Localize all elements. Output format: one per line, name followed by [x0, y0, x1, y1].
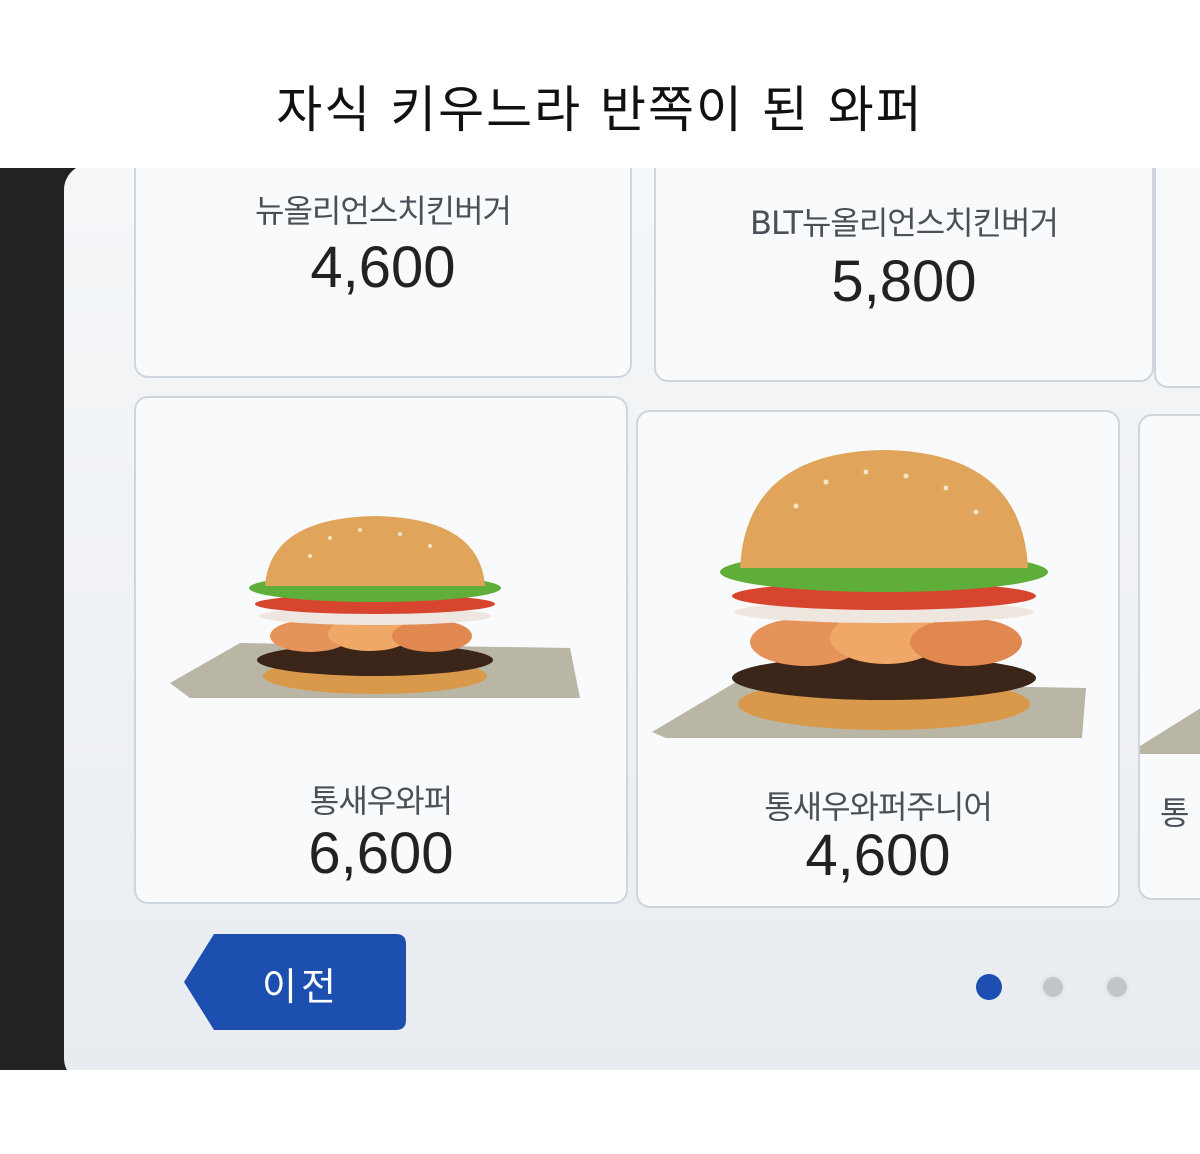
- page-dot-active[interactable]: [976, 974, 1002, 1000]
- burger-image: [170, 516, 580, 698]
- menu-item-card-new-orleans-chicken-burger[interactable]: 뉴올리언스치킨버거 4,600: [134, 168, 632, 378]
- menu-item-price: 6,600: [308, 821, 454, 886]
- page-dot[interactable]: [1104, 974, 1130, 1000]
- menu-item-price: 4,600: [805, 823, 951, 888]
- menu-item-name: BLT뉴올리언스치킨버거: [750, 204, 1059, 242]
- kiosk-menu-panel: 뉴올리언스치킨버거 4,600 BLT뉴올리언스치킨버거 5,800 통새우와퍼…: [64, 168, 1200, 1070]
- menu-item-name: 뉴올리언스치킨버거: [255, 192, 512, 230]
- menu-item-card-shrimp-whopper[interactable]: 통새우와퍼 6,600: [134, 396, 628, 904]
- burger-image: [652, 450, 1086, 738]
- menu-item-card-partial[interactable]: 통: [1138, 414, 1200, 900]
- menu-item-price: 4,600: [310, 235, 456, 300]
- burger-image: [1140, 708, 1200, 754]
- menu-item-name: 통: [1160, 794, 1190, 832]
- menu-item-card-partial[interactable]: [1154, 168, 1200, 388]
- kiosk-screen-photo: 뉴올리언스치킨버거 4,600 BLT뉴올리언스치킨버거 5,800 통새우와퍼…: [0, 168, 1200, 1070]
- prev-button-label: 이전: [262, 965, 340, 1009]
- menu-item-card-shrimp-whopper-jr[interactable]: 통새우와퍼주니어 4,600: [636, 410, 1120, 908]
- menu-item-card-blt-new-orleans-chicken-burger[interactable]: BLT뉴올리언스치킨버거 5,800: [654, 168, 1154, 382]
- prev-button[interactable]: 이전: [184, 934, 406, 1030]
- menu-item-name: 통새우와퍼: [309, 782, 453, 820]
- post-caption: 자식 키우느라 반쪽이 된 와퍼: [276, 81, 924, 139]
- page-dot[interactable]: [1040, 974, 1066, 1000]
- menu-item-price: 5,800: [831, 249, 977, 314]
